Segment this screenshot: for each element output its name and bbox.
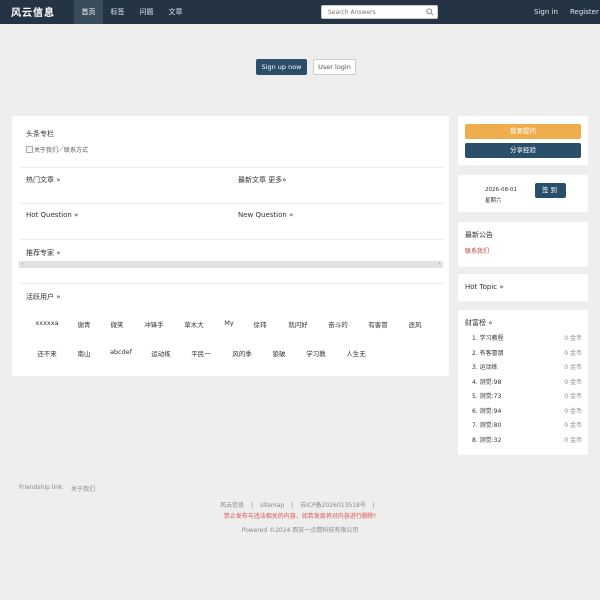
active-user[interactable]: 人生无 — [331, 348, 381, 358]
headline-image[interactable]: 关于我们／联系方式 — [26, 145, 88, 154]
new-question-title[interactable]: New Question » — [238, 211, 293, 219]
recommended-experts-title[interactable]: 推荐专家 » — [26, 248, 61, 258]
rank-user-link[interactable]: 运动练 — [480, 364, 498, 371]
main-content-panel: 头条专栏 关于我们／联系方式 热门文章 » 最新文章 更多» Hot Quest… — [12, 116, 449, 376]
rich-list-title[interactable]: 财富榜 » — [465, 318, 493, 328]
share-experience-button[interactable]: 分享经验 — [465, 143, 581, 158]
footer-icp-link[interactable]: 苏ICP备2026013518号 — [300, 502, 366, 509]
ask-question-button[interactable]: 我要提问 — [465, 124, 581, 139]
rank-user-link[interactable]: 测觉:32 — [480, 437, 502, 444]
nav-questions[interactable]: 问题 — [134, 0, 159, 24]
divider — [20, 167, 444, 168]
checkin-button[interactable]: 签到 — [535, 183, 566, 198]
search-icon[interactable] — [426, 8, 434, 16]
list-item: 8. 测觉:32 0 金币 — [472, 436, 582, 444]
divider — [20, 283, 444, 284]
list-item: 7. 测觉:80 0 金币 — [472, 422, 582, 429]
nav-articles[interactable]: 文章 — [163, 0, 188, 24]
register-link[interactable]: Register — [570, 0, 599, 24]
search-box — [321, 5, 438, 19]
footer-warning: 禁止发布与违法相关的内容，如若发现将对内容进行删除! — [223, 513, 377, 520]
announcement-card: 最新公告 联系我们 — [458, 222, 588, 267]
broken-image-icon — [26, 146, 33, 153]
footer-links-row: 风云信息 | sitemap | 苏ICP备2026013518号 | — [220, 502, 375, 509]
scroll-right-icon[interactable]: › — [436, 261, 443, 268]
rank-user-link[interactable]: 学习教程 — [480, 335, 504, 342]
site-logo[interactable]: 风云信息 — [11, 4, 55, 19]
nav-tags[interactable]: 标签 — [105, 0, 130, 24]
current-weekday: 星期六 — [485, 198, 502, 204]
hot-topic-card: Hot Topic » — [458, 274, 588, 301]
hot-topic-title[interactable]: Hot Topic » — [465, 283, 504, 291]
nav-home[interactable]: 首页 — [74, 0, 103, 24]
experts-scrollbar[interactable]: ‹ › — [19, 261, 443, 268]
divider — [20, 239, 444, 240]
announcement-title: 最新公告 — [465, 231, 493, 239]
checkin-card: 2026-08-01 星期六 签到 — [458, 175, 588, 212]
hot-question-title[interactable]: Hot Question » — [26, 211, 78, 219]
list-item: 1. 学习教程 0 金币 — [472, 335, 582, 342]
active-users-title[interactable]: 活跃用户 » — [26, 292, 61, 302]
list-item: 2. 有客冒朋 0 金币 — [472, 349, 582, 357]
latest-articles-title[interactable]: 最新文章 更多» — [238, 175, 287, 185]
headline-column-title: 头条专栏 — [26, 130, 54, 138]
top-navbar: 风云信息 首页 标签 问题 文章 Sign in Register — [0, 0, 600, 24]
current-date: 2026-08-01 — [485, 187, 517, 193]
friendship-link[interactable]: Friendship link — [19, 484, 62, 491]
rank-user-link[interactable]: 测觉:73 — [480, 393, 502, 400]
sign-in-link[interactable]: Sign in — [534, 0, 558, 24]
headline-image-alt: 关于我们／联系方式 — [34, 147, 89, 154]
hot-articles-title[interactable]: 热门文章 » — [26, 175, 61, 185]
action-card: 我要提问 分享经验 — [458, 116, 588, 165]
rich-list-card: 财富榜 » 1. 学习教程 0 金币 2. 有客冒朋 0 金币 3. 运动练 0… — [458, 310, 588, 455]
list-item: 3. 运动练 0 金币 — [472, 364, 582, 371]
rank-user-link[interactable]: 测觉:94 — [480, 408, 502, 415]
divider — [20, 203, 444, 204]
list-item: 6. 测觉:94 0 金币 — [472, 407, 582, 415]
list-item: 4. 测觉:98 0 金币 — [472, 378, 582, 386]
announcement-link[interactable]: 联系我们 — [465, 246, 489, 255]
active-user[interactable]: 逐风 — [390, 319, 440, 329]
sign-up-button[interactable]: Sign up now — [256, 59, 307, 75]
footer-site-name[interactable]: 风云信息 — [220, 502, 244, 509]
footer-about-link[interactable]: 关于我们 — [71, 484, 95, 493]
footer-powered: Powered ©2024 西安一点情科技有限公司 — [241, 527, 359, 534]
search-input[interactable] — [322, 6, 420, 18]
rank-user-link[interactable]: 测觉:98 — [480, 379, 502, 386]
rank-user-link[interactable]: 测觉:80 — [480, 422, 502, 429]
rank-user-link[interactable]: 有客冒朋 — [480, 350, 504, 357]
scroll-left-icon[interactable]: ‹ — [19, 261, 26, 268]
list-item: 5. 测觉:73 0 金币 — [472, 393, 582, 400]
footer-sitemap-link[interactable]: sitemap — [260, 502, 284, 509]
user-login-button[interactable]: User login — [313, 59, 356, 75]
